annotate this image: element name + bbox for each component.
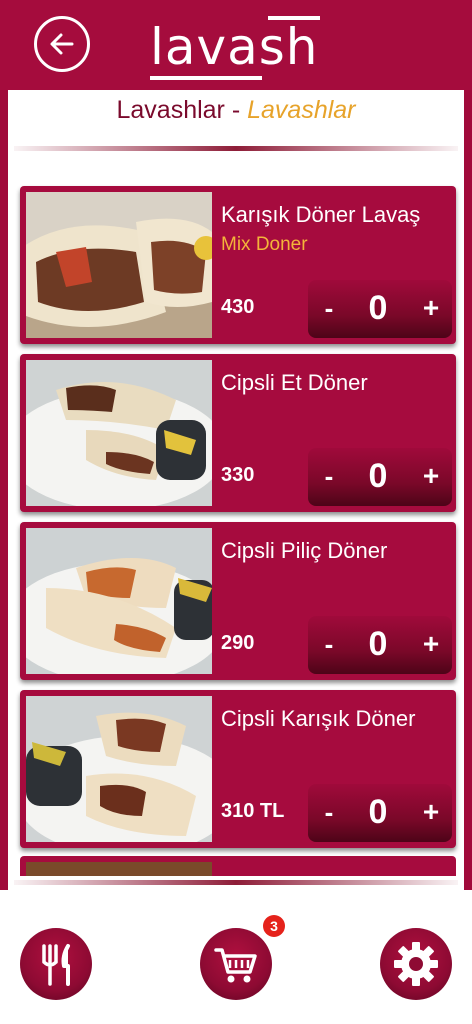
product-price: 310 TL <box>221 800 285 822</box>
product-image <box>26 192 212 338</box>
category-title: Lavashlar - Lavashlar <box>0 96 472 125</box>
decrease-button[interactable]: - <box>316 448 342 506</box>
decrease-button[interactable]: - <box>316 784 342 842</box>
logo-overline <box>268 16 320 20</box>
quantity-value: 0 <box>368 793 388 831</box>
title-divider <box>14 146 458 151</box>
product-card[interactable]: Cipsli Piliç Döner 290 - 0 + <box>20 522 456 680</box>
quantity-stepper: - 0 + <box>308 448 452 506</box>
increase-button[interactable]: + <box>418 280 444 338</box>
menu-button[interactable] <box>20 928 92 1000</box>
product-image <box>26 696 212 842</box>
category-subtitle: Lavashlar <box>247 96 356 124</box>
quantity-value: 0 <box>368 625 388 663</box>
product-subname: Mix Doner <box>221 234 308 255</box>
arrow-left-icon <box>50 33 74 55</box>
category-separator: - <box>224 96 248 124</box>
gear-icon <box>394 942 438 986</box>
product-image <box>26 528 212 674</box>
product-card[interactable]: Cipsli Karışık Döner 310 TL - 0 + <box>20 690 456 848</box>
cart-icon <box>214 948 257 983</box>
product-price: 330 <box>221 464 255 486</box>
logo-underline <box>150 76 262 80</box>
back-button[interactable] <box>34 16 90 72</box>
product-card-partial[interactable] <box>20 856 456 876</box>
product-name: Cipsli Et Döner <box>221 370 368 395</box>
quantity-stepper: - 0 + <box>308 616 452 674</box>
quantity-value: 0 <box>368 289 388 327</box>
app-header: lavash <box>0 0 472 90</box>
decrease-button[interactable]: - <box>316 280 342 338</box>
quantity-value: 0 <box>368 457 388 495</box>
list-divider <box>14 880 458 885</box>
increase-button[interactable]: + <box>418 784 444 842</box>
product-card[interactable]: Karışık Döner Lavaş Mix Doner 430 - 0 + <box>20 186 456 344</box>
product-price: 290 <box>221 632 255 654</box>
product-name: Cipsli Karışık Döner <box>221 706 416 731</box>
cart-count-badge: 3 <box>263 915 285 937</box>
quantity-stepper: - 0 + <box>308 784 452 842</box>
product-name: Karışık Döner Lavaş <box>221 202 421 227</box>
product-name: Cipsli Piliç Döner <box>221 538 388 563</box>
cart-button[interactable] <box>200 928 272 1000</box>
increase-button[interactable]: + <box>418 448 444 506</box>
product-image <box>26 862 212 876</box>
settings-button[interactable] <box>380 928 452 1000</box>
brand-logo: lavash <box>150 18 319 76</box>
category-name: Lavashlar <box>116 96 225 124</box>
product-price: 430 <box>221 296 255 318</box>
product-image <box>26 360 212 506</box>
decrease-button[interactable]: - <box>316 616 342 674</box>
quantity-stepper: - 0 + <box>308 280 452 338</box>
increase-button[interactable]: + <box>418 616 444 674</box>
fork-knife-icon <box>42 944 70 986</box>
product-card[interactable]: Cipsli Et Döner 330 - 0 + <box>20 354 456 512</box>
